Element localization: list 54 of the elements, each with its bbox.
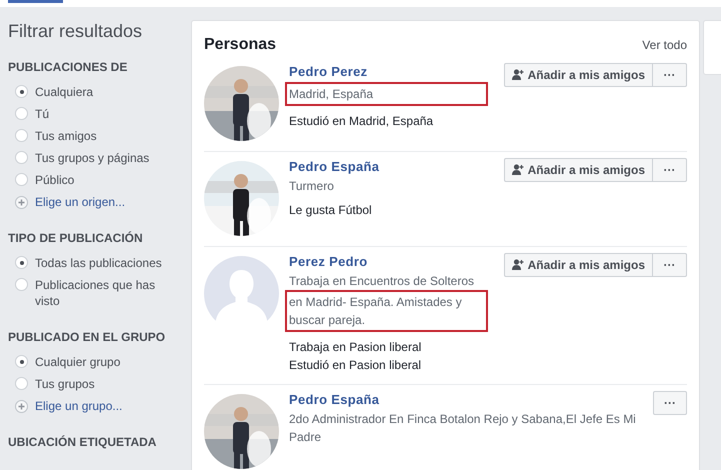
see-all-link[interactable]: Ver todo (642, 36, 687, 54)
filter-option: Cualquier grupo (35, 354, 120, 370)
person-name[interactable]: Perez Pedro (289, 253, 494, 270)
radio-button[interactable] (15, 173, 28, 186)
radio-button[interactable] (15, 129, 28, 142)
person-name[interactable]: Pedro España (289, 158, 494, 175)
add-friend-icon (512, 259, 524, 271)
person-detail: Estudió en Pasion liberal (289, 357, 422, 374)
radio-button[interactable] (15, 355, 28, 368)
person-name[interactable]: Pedro España (289, 391, 643, 408)
sidebar-title: Filtrar resultados (8, 20, 144, 42)
add-friend-button[interactable]: Añadir a mis amigos (504, 253, 653, 277)
radio-button[interactable] (15, 151, 28, 164)
filter-option: Publicaciones que has visto (35, 277, 180, 309)
card-title: Personas (204, 35, 276, 55)
add-friend-button[interactable]: Añadir a mis amigos (504, 158, 653, 182)
filter-option: Todas las publicaciones (35, 255, 162, 271)
person-detail: Trabaja en Pasion liberal (289, 339, 422, 356)
plus-icon (15, 400, 28, 412)
active-tab-indicator (8, 0, 63, 3)
section-heading: TIPO DE PUBLICACIÓN (8, 230, 144, 247)
filter-option: Tus amigos (35, 128, 97, 144)
radio-button[interactable] (15, 377, 28, 390)
radio-button[interactable] (15, 278, 28, 291)
person-subtitle: Turmero (289, 178, 335, 195)
section-heading: UBICACIÓN ETIQUETADA (8, 434, 158, 451)
choose-link[interactable]: Elige un grupo... (35, 398, 122, 414)
add-friend-button[interactable]: Añadir a mis amigos (504, 63, 653, 87)
person-name[interactable]: Pedro Perez (289, 63, 494, 80)
filter-option: Cualquiera (35, 84, 94, 100)
radio-button[interactable] (15, 256, 28, 269)
radio-button[interactable] (15, 107, 28, 120)
add-friend-icon (512, 69, 524, 81)
filter-option: Tus grupos y páginas (35, 150, 150, 166)
choose-link[interactable]: Elige un origen... (35, 194, 126, 210)
default-avatar-icon (204, 256, 279, 331)
person-subtitle: Trabaja en Encuentros de Solteros (289, 273, 475, 290)
more-button[interactable]: ··· (653, 63, 687, 87)
plus-icon (15, 196, 28, 208)
more-button[interactable]: ··· (653, 158, 687, 182)
person-detail: Estudió en Madrid, España (289, 113, 434, 130)
person-subtitle: en Madrid- España. Amistades y buscar pareja. (285, 290, 488, 332)
filter-option: Tú (35, 106, 50, 122)
section-heading: PUBLICADO EN EL GRUPO (8, 329, 166, 346)
filter-option: Tus grupos (35, 376, 95, 392)
radio-button[interactable] (15, 85, 28, 98)
more-button[interactable]: ··· (653, 391, 687, 415)
filter-option: Público (35, 172, 74, 188)
person-detail: Le gusta Fútbol (289, 202, 373, 219)
more-button[interactable]: ··· (653, 253, 687, 277)
person-subtitle: 2do Administrador En Finca Botalon Rejo y Sabana,El Jefe Es Mi Padre (289, 411, 637, 446)
person-subtitle: Madrid, España (285, 82, 488, 106)
section-heading: PUBLICACIONES DE (8, 59, 128, 76)
add-friend-icon (512, 164, 524, 176)
